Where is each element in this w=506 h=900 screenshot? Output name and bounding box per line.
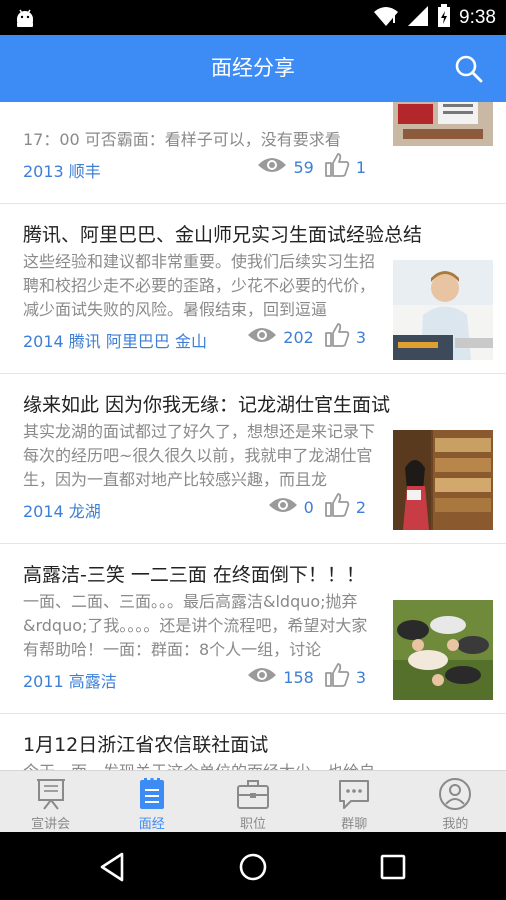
tab-presentation[interactable]: 宣讲会 <box>0 771 101 832</box>
tab-profile[interactable]: 我的 <box>405 771 506 832</box>
tab-label: 面经 <box>138 817 165 832</box>
article-stats: 59 1 <box>257 152 370 182</box>
eye-icon <box>247 325 277 349</box>
article-summary: 今天一面，发现关于这个单位的面经太少，也给自己积累些RT，就大致讲讲今天的流程吧… <box>23 760 383 770</box>
cell-signal-icon <box>407 5 429 31</box>
article-tags: 2011 高露洁 <box>23 672 117 691</box>
search-button[interactable] <box>454 54 484 84</box>
system-navigation-bar <box>0 832 506 900</box>
tab-label: 我的 <box>442 817 469 832</box>
article-thumbnail <box>393 260 493 360</box>
bottom-tab-bar: 宣讲会 面经 职位 群聊 我的 <box>0 770 506 832</box>
back-button[interactable] <box>96 850 130 884</box>
eye-icon <box>268 495 298 519</box>
view-count: 158 <box>283 667 314 687</box>
article-stats: 0 2 <box>268 492 370 522</box>
eye-icon <box>257 155 287 179</box>
article-title: 缘来如此 因为你我无缘：记龙湖仕官生面试 <box>23 394 391 416</box>
thumbs-up-icon <box>324 492 350 522</box>
article-stats: 202 3 <box>247 322 370 352</box>
article-title: 高露洁-三笑 一二三面 在终面倒下！！！ <box>23 564 365 586</box>
article-title: 1月12日浙江省农信联社面试 <box>23 734 269 756</box>
page-title: 面经分享 <box>211 56 295 80</box>
recents-square-icon <box>380 854 406 880</box>
tab-label: 群聊 <box>341 817 368 832</box>
tab-label: 职位 <box>240 817 267 832</box>
article-stats: 158 3 <box>247 662 370 692</box>
tab-jobs[interactable]: 职位 <box>202 771 303 832</box>
tab-label: 宣讲会 <box>31 817 71 832</box>
article-item[interactable]: 缘来如此 因为你我无缘：记龙湖仕官生面试 其实龙湖的面试都过了好久了，想想还是来… <box>0 374 506 544</box>
tab-interview[interactable]: 面经 <box>101 771 202 832</box>
article-title: 腾讯、阿里巴巴、金山师兄实习生面试经验总结 <box>23 224 423 246</box>
like-count: 3 <box>355 327 366 347</box>
article-summary: 这些经验和建议都非常重要。使我们后续实习生招聘和校招少走不必要的歪路，少花不必要… <box>23 252 376 319</box>
article-summary: 一面、二面、三面。。。最后高露洁&ldquo;抛弃&rdquo;了我。。。。还是… <box>23 592 368 659</box>
android-notification-icon <box>14 6 36 34</box>
thumbs-up-icon <box>324 152 350 182</box>
article-thumbnail <box>393 102 493 146</box>
article-feed[interactable]: 17：00 可否霸面：看样子可以，没有要求看 2013 顺丰 59 1 腾讯、阿… <box>0 102 506 770</box>
briefcase-icon <box>237 780 269 809</box>
profile-icon <box>439 778 472 810</box>
like-count: 1 <box>355 157 366 177</box>
notepad-icon <box>139 778 164 809</box>
back-triangle-icon <box>100 852 124 882</box>
thumbs-up-icon <box>324 322 350 352</box>
article-thumbnail <box>393 600 493 700</box>
recents-button[interactable] <box>376 850 410 884</box>
article-item[interactable]: 高露洁-三笑 一二三面 在终面倒下！！！ 一面、二面、三面。。。最后高露洁&ld… <box>0 544 506 714</box>
article-item[interactable]: 腾讯、阿里巴巴、金山师兄实习生面试经验总结 这些经验和建议都非常重要。使我们后续… <box>0 204 506 374</box>
home-button[interactable] <box>236 850 270 884</box>
chat-icon <box>339 780 370 809</box>
like-count: 3 <box>355 667 366 687</box>
thumbs-up-icon <box>324 662 350 692</box>
view-count: 202 <box>283 327 314 347</box>
home-circle-icon <box>239 853 267 881</box>
article-tags: 2014 腾讯 阿里巴巴 金山 <box>23 332 207 351</box>
eye-icon <box>247 665 277 689</box>
battery-icon <box>437 3 451 32</box>
view-count: 0 <box>303 497 314 517</box>
article-item[interactable]: 1月12日浙江省农信联社面试 今天一面，发现关于这个单位的面经太少，也给自己积累… <box>0 714 506 770</box>
article-summary: 17：00 可否霸面：看样子可以，没有要求看 <box>23 130 341 149</box>
view-count: 59 <box>293 157 314 177</box>
status-bar: 9:38 <box>0 0 506 35</box>
like-count: 2 <box>355 497 366 517</box>
search-icon <box>455 55 483 83</box>
article-summary: 其实龙湖的面试都过了好久了，想想还是来记录下每次的经历吧~很久很久以前，我就申了… <box>23 422 376 489</box>
article-tags: 2014 龙湖 <box>23 502 101 521</box>
article-thumbnail <box>393 430 493 530</box>
status-time: 9:38 <box>459 6 496 28</box>
article-tags: 2013 顺丰 <box>23 162 101 181</box>
wifi-icon <box>373 5 399 31</box>
app-bar: 面经分享 <box>0 35 506 102</box>
presentation-icon <box>36 779 65 810</box>
tab-group-chat[interactable]: 群聊 <box>304 771 405 832</box>
article-item[interactable]: 17：00 可否霸面：看样子可以，没有要求看 2013 顺丰 59 1 <box>0 102 506 204</box>
